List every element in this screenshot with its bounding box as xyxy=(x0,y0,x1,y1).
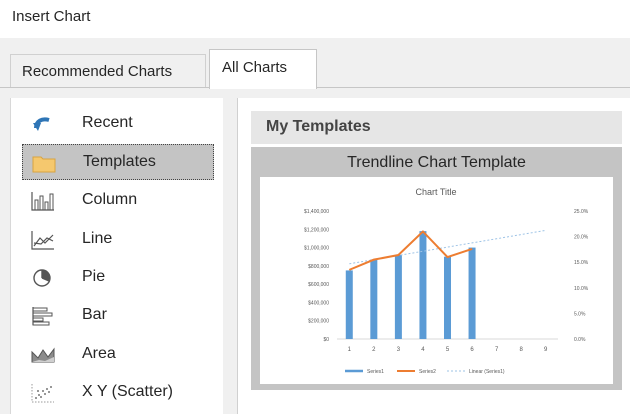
x-axis-tick-label: 4 xyxy=(421,347,425,353)
category-label: Line xyxy=(82,230,113,247)
category-column[interactable]: Column xyxy=(22,183,214,219)
y-axis-tick-label: $600,000 xyxy=(308,282,329,288)
bar-series1 xyxy=(444,256,451,339)
legend-label: Series2 xyxy=(419,369,436,375)
category-bar[interactable]: Bar xyxy=(22,298,214,334)
dialog-title: Insert Chart xyxy=(12,8,91,25)
chart-svg: Chart Title $0 $200,000 $400,000 $600,000 $80… xyxy=(304,187,589,375)
x-axis-tick-label: 1 xyxy=(348,347,352,353)
y2-axis-tick-label: 20.0% xyxy=(574,235,589,241)
y2-axis-tick-label: 5.0% xyxy=(574,311,586,317)
line-chart-icon xyxy=(31,231,54,250)
category-label: Pie xyxy=(82,268,106,285)
folder-icon xyxy=(32,156,56,173)
category-label: Area xyxy=(82,345,116,362)
x-axis-tick-label: 7 xyxy=(495,347,499,353)
bar-series1 xyxy=(370,259,378,339)
template-thumbnail[interactable]: Trendline Chart Template Chart Title $0 $2… xyxy=(251,147,622,390)
bar-chart-icon xyxy=(32,307,53,326)
x-axis-tick-label: 3 xyxy=(397,347,401,353)
y-axis-tick-label: $800,000 xyxy=(308,264,329,270)
template-name: Trendline Chart Template xyxy=(347,154,526,171)
x-axis-tick-label: 6 xyxy=(470,347,474,353)
scatter-chart-icon xyxy=(31,384,54,403)
legend-label: Linear (Series1) xyxy=(469,369,505,375)
category-label: X Y (Scatter) xyxy=(82,383,173,400)
section-header-label: My Templates xyxy=(266,118,371,135)
category-xy-scatter[interactable]: X Y (Scatter) xyxy=(22,375,214,411)
category-label: Templates xyxy=(83,153,156,170)
y2-axis-tick-label: 0.0% xyxy=(574,337,586,343)
category-pie[interactable]: Pie xyxy=(22,260,214,296)
category-line[interactable]: Line xyxy=(22,222,214,258)
category-recent[interactable]: Recent xyxy=(22,106,214,142)
area-chart-icon xyxy=(31,347,55,363)
tab-all-charts[interactable]: All Charts xyxy=(209,49,317,89)
y-axis-tick-label: $1,200,000 xyxy=(304,227,329,233)
y-axis-tick-label: $1,400,000 xyxy=(304,209,329,215)
category-area[interactable]: Area xyxy=(22,337,214,373)
x-axis-tick-label: 2 xyxy=(372,347,376,353)
bar-series1 xyxy=(394,254,402,339)
x-axis-tick-label: 5 xyxy=(446,347,450,353)
recent-icon xyxy=(33,117,50,131)
bar-series1 xyxy=(419,231,427,339)
chart-title: Chart Title xyxy=(415,187,456,197)
category-label: Column xyxy=(82,191,138,208)
pie-chart-icon xyxy=(33,269,51,287)
section-header: My Templates xyxy=(251,111,622,144)
bar-series1 xyxy=(468,247,476,339)
x-axis-tick-label: 9 xyxy=(544,347,548,353)
chart-preview: Chart Title $0 $200,000 $400,000 $600,000 $80… xyxy=(260,177,613,384)
legend-label: Series1 xyxy=(367,369,384,375)
y2-axis-tick-label: 25.0% xyxy=(574,209,589,215)
y2-axis-tick-label: 15.0% xyxy=(574,260,589,266)
column-chart-icon xyxy=(31,192,54,211)
tab-recommended-charts[interactable]: Recommended Charts xyxy=(10,54,206,87)
x-axis-tick-label: 8 xyxy=(519,347,523,353)
y-axis-tick-label: $1,000,000 xyxy=(304,246,329,252)
category-templates[interactable]: Templates xyxy=(22,144,214,180)
category-label: Bar xyxy=(82,306,107,323)
y-axis-tick-label: $400,000 xyxy=(308,300,329,306)
bar-series1 xyxy=(345,270,353,339)
category-label: Recent xyxy=(82,114,133,131)
y2-axis-tick-label: 10.0% xyxy=(574,286,589,292)
y-axis-tick-label: $200,000 xyxy=(308,319,329,325)
y-axis-tick-label: $0 xyxy=(323,337,329,343)
line-series2 xyxy=(348,230,473,271)
